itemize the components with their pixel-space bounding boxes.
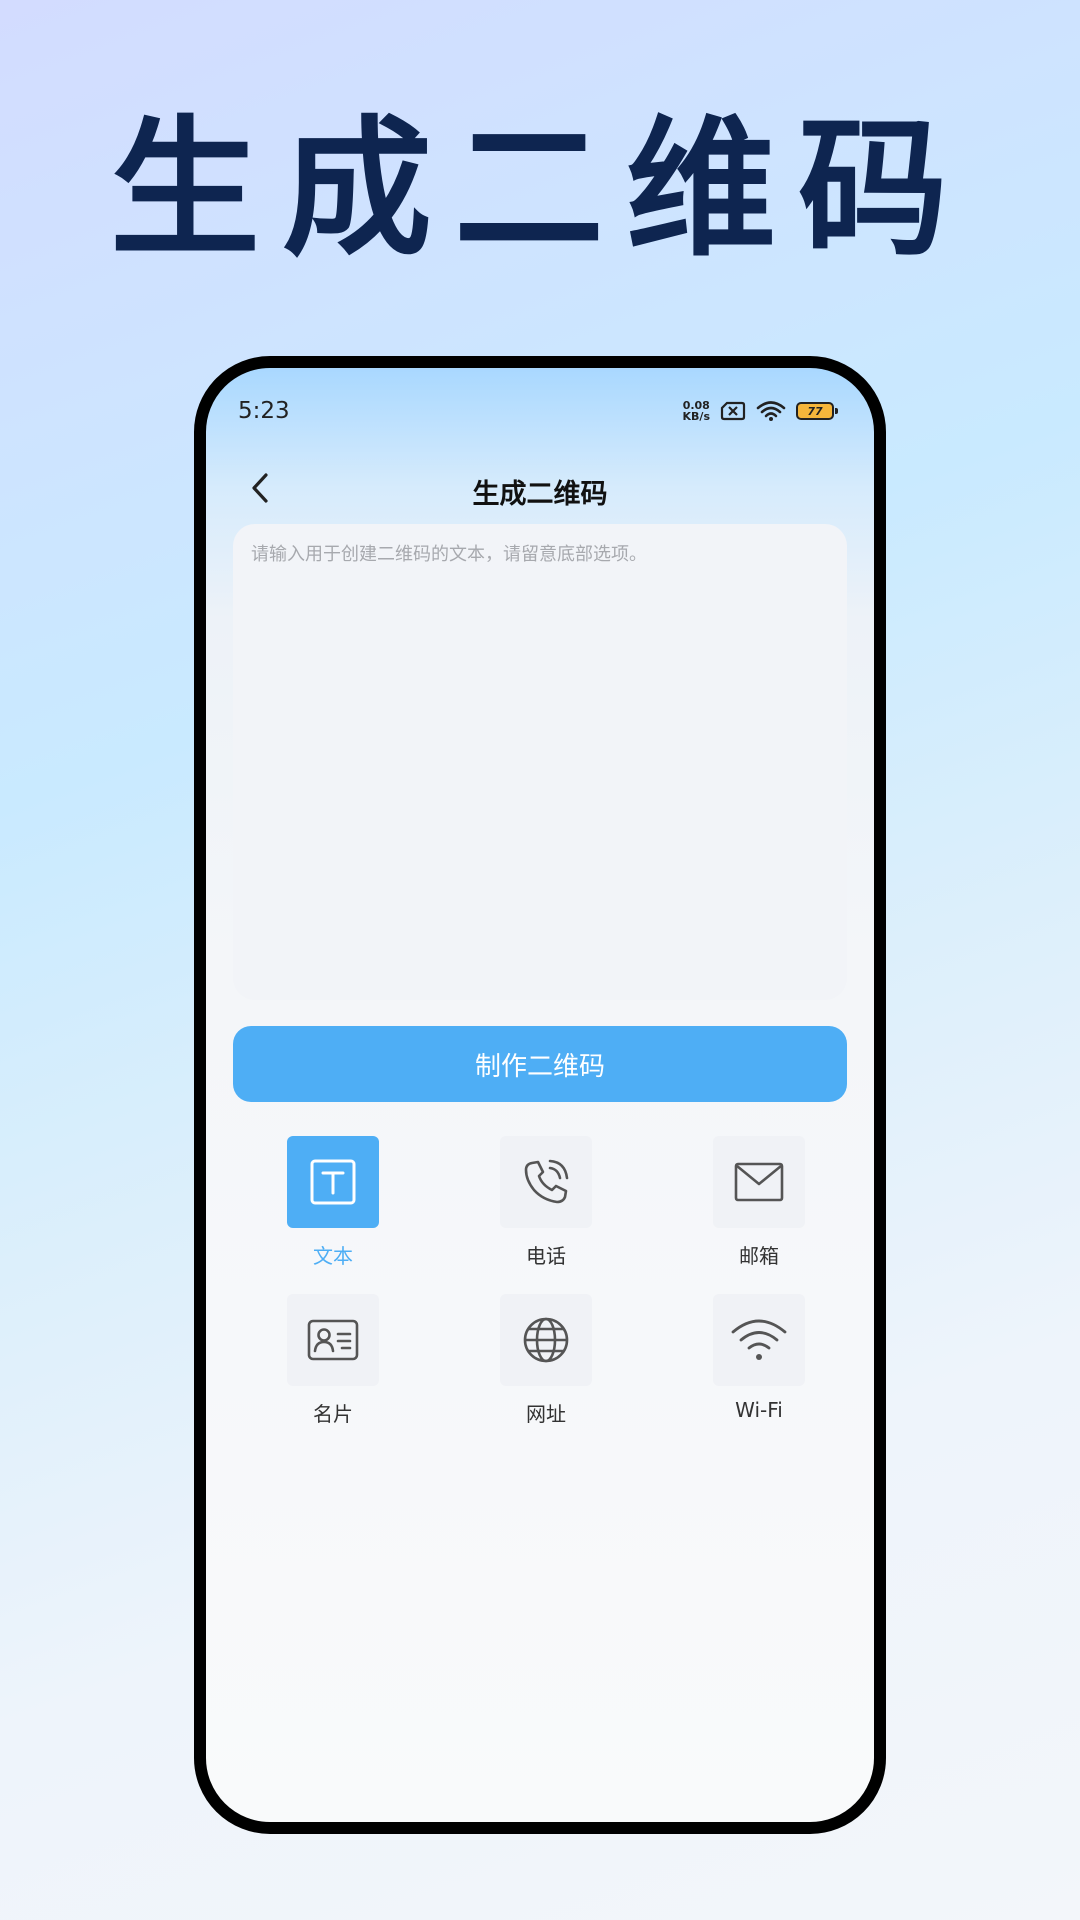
no-sim-icon [720, 401, 746, 421]
nav-bar: 生成二维码 [206, 458, 874, 518]
network-speed: 0.08 KB/s [683, 400, 710, 422]
type-option-label: 网址 [526, 1402, 566, 1426]
status-time: 5:23 [238, 398, 290, 424]
type-option-contact-card[interactable]: 名片 [253, 1294, 413, 1434]
make-qr-button[interactable]: 制作二维码 [233, 1026, 847, 1102]
wifi-icon [731, 1319, 787, 1360]
status-bar: 5:23 0.08 KB/s 77 [206, 368, 874, 438]
status-icons: 0.08 KB/s 77 [683, 396, 838, 426]
phone-frame: 5:23 0.08 KB/s 77 生成二维码 请输入用于创建二维码的文本，请留… [194, 356, 886, 1834]
type-icon-box [287, 1294, 379, 1386]
type-option-phone[interactable]: 电话 [466, 1136, 626, 1276]
contact-card-icon [307, 1319, 359, 1361]
qr-text-input[interactable] [233, 524, 847, 1000]
network-speed-unit: KB/s [682, 410, 710, 423]
globe-icon [523, 1317, 569, 1363]
type-option-label: 邮箱 [739, 1244, 779, 1268]
type-icon-box [713, 1136, 805, 1228]
type-option-wifi[interactable]: Wi-Fi [679, 1294, 839, 1434]
type-option-text[interactable]: 文本 [253, 1136, 413, 1276]
type-option-label: 电话 [526, 1244, 566, 1268]
type-icon-box [713, 1294, 805, 1386]
type-option-email[interactable]: 邮箱 [679, 1136, 839, 1276]
type-option-label: Wi-Fi [735, 1398, 783, 1422]
text-icon [310, 1159, 356, 1205]
type-icon-box [500, 1136, 592, 1228]
type-option-label: 文本 [313, 1244, 353, 1268]
mail-icon [734, 1162, 784, 1202]
wifi-signal-icon [756, 401, 786, 421]
battery-level: 77 [807, 404, 823, 418]
type-icon-box [287, 1136, 379, 1228]
page-title: 生成二维码 [472, 479, 608, 510]
type-option-url[interactable]: 网址 [466, 1294, 626, 1434]
type-icon-box [500, 1294, 592, 1386]
phone-icon [524, 1159, 569, 1204]
battery-icon: 77 [796, 402, 838, 420]
promo-headline: 生成二维码 [109, 103, 970, 277]
type-option-label: 名片 [313, 1402, 353, 1426]
